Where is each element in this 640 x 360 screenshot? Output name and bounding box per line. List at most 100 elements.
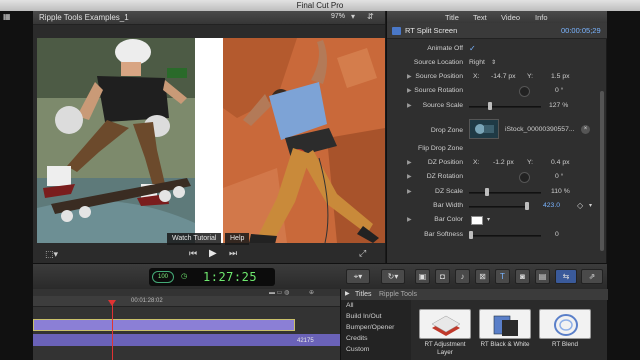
- watch-tutorial-button[interactable]: Watch Tutorial: [167, 233, 222, 245]
- skimming-icon[interactable]: ⊕: [309, 289, 314, 296]
- bar-width-label: Bar Width: [433, 202, 463, 209]
- previous-frame-icon[interactable]: ⏮: [189, 248, 197, 259]
- effect-label: RT Black & White: [480, 341, 530, 348]
- help-button[interactable]: Help: [225, 233, 250, 245]
- switch-icon[interactable]: ⇵: [367, 12, 374, 21]
- next-frame-icon[interactable]: ⏭: [229, 248, 237, 259]
- video-frame[interactable]: [37, 38, 385, 243]
- window-title-bar: Final Cut Pro: [0, 0, 640, 11]
- disclosure-arrow-icon[interactable]: ▶: [407, 102, 412, 109]
- inspector-scrollbar[interactable]: [600, 91, 604, 251]
- disclosure-arrow-icon[interactable]: ▶: [407, 159, 412, 166]
- effect-rt-black-white[interactable]: RT Black & White: [477, 309, 533, 349]
- bar-softness-value[interactable]: 0: [555, 231, 559, 238]
- drop-zone-thumbnail: [470, 120, 498, 138]
- timecode-mode[interactable]: 100: [152, 271, 174, 283]
- music-icon[interactable]: ♪: [455, 269, 470, 284]
- rotation-dial[interactable]: [519, 172, 530, 183]
- source-location-popup[interactable]: Right: [469, 59, 485, 66]
- slider-knob[interactable]: [485, 188, 489, 196]
- effect-rt-adjustment-layer[interactable]: RT Adjustment Layer: [417, 309, 473, 357]
- disclosure-arrow-icon[interactable]: ▶: [407, 73, 412, 80]
- dz-position-y-value[interactable]: 0.4 px: [551, 159, 570, 166]
- slider-knob[interactable]: [488, 102, 492, 110]
- source-rotation-value[interactable]: 0 °: [555, 87, 563, 94]
- bar-color-label: Bar Color: [434, 216, 463, 223]
- browser-titles-label[interactable]: Titles: [355, 289, 371, 300]
- view-options-icon[interactable]: ⬚▾: [45, 249, 58, 260]
- source-location-row: Source Location Right ⇕: [387, 57, 607, 71]
- disclosure-arrow-icon[interactable]: ▶: [345, 289, 350, 300]
- tab-info[interactable]: Info: [535, 13, 548, 22]
- tools-menu-icon[interactable]: ⌖▾: [346, 269, 370, 284]
- source-scale-row: ▶ Source Scale 127 %: [387, 100, 607, 114]
- share-icon[interactable]: ⇗: [581, 269, 603, 284]
- chevron-down-icon[interactable]: ▾: [589, 202, 592, 209]
- disclosure-arrow-icon[interactable]: ▶: [407, 188, 412, 195]
- dz-rotation-value[interactable]: 0 °: [555, 173, 563, 180]
- effect-rt-blend[interactable]: RT Blend: [537, 309, 593, 349]
- toolbar: 100 ◷ 1:27:25 ⌖▾ ↻▾ ▣ ◘ ♪ ⊠ T ◙ ▤ ⇆ ⇗: [33, 263, 607, 289]
- source-position-y-value[interactable]: 1.5 px: [551, 73, 570, 80]
- titles-icon[interactable]: T: [495, 269, 510, 284]
- category-build-in-out[interactable]: Build In/Out: [341, 311, 411, 322]
- zoom-menu[interactable]: 97%: [331, 13, 345, 20]
- play-icon[interactable]: ▶: [209, 248, 217, 259]
- disclosure-arrow-icon[interactable]: ▶: [407, 216, 412, 223]
- animate-off-checkbox[interactable]: ✓: [469, 44, 476, 53]
- category-credits[interactable]: Credits: [341, 333, 411, 344]
- transitions-icon[interactable]: ⊠: [475, 269, 490, 284]
- dashboard-timecode[interactable]: 100 ◷ 1:27:25: [149, 268, 275, 286]
- disclosure-arrow-icon[interactable]: ▶: [407, 87, 412, 94]
- dz-rotation-row: ▶ DZ Rotation 0 °: [387, 171, 607, 185]
- clear-icon[interactable]: ×: [581, 125, 590, 134]
- disclosure-arrow-icon[interactable]: ▶: [407, 173, 412, 180]
- timeline-controls-icon[interactable]: ▬ ▭ ◍: [269, 289, 289, 296]
- titles-browser: ▶ Titles Ripple Tools All Build In/Out B…: [340, 289, 608, 360]
- timeline-clip[interactable]: [33, 319, 295, 331]
- category-all[interactable]: All: [341, 300, 411, 311]
- tab-video[interactable]: Video: [501, 13, 520, 22]
- drop-zone-well[interactable]: [469, 119, 499, 139]
- rotation-dial[interactable]: [519, 86, 530, 97]
- tab-title[interactable]: Title: [445, 13, 459, 22]
- inspector-icon[interactable]: ⇆: [555, 269, 577, 284]
- playhead[interactable]: [112, 300, 113, 360]
- drop-zone-file: iStock_00000390557...: [505, 126, 575, 133]
- animate-off-row: Animate Off ✓: [387, 43, 607, 57]
- browser-ripple-label[interactable]: Ripple Tools: [379, 289, 417, 300]
- slider-knob[interactable]: [469, 231, 473, 239]
- chevron-down-icon[interactable]: ▾: [351, 12, 355, 21]
- dz-scale-label: DZ Scale: [435, 188, 463, 195]
- dz-position-x-value[interactable]: -1.2 px: [493, 159, 514, 166]
- tab-text[interactable]: Text: [473, 13, 487, 22]
- timeline-ruler[interactable]: 00:01:28:02: [33, 296, 340, 307]
- bar-softness-row: Bar Softness 0: [387, 229, 607, 243]
- timeline-clip[interactable]: 42175: [33, 334, 340, 346]
- category-custom[interactable]: Custom: [341, 344, 411, 355]
- bar-color-swatch[interactable]: [471, 216, 483, 225]
- camera-icon[interactable]: ◘: [435, 269, 450, 284]
- source-scale-slider[interactable]: [469, 106, 541, 108]
- generators-icon[interactable]: ◙: [515, 269, 530, 284]
- retime-menu-icon[interactable]: ↻▾: [381, 269, 405, 284]
- chevron-updown-icon[interactable]: ⇕: [491, 59, 496, 66]
- slider-knob[interactable]: [525, 202, 529, 210]
- adjustment-layer-icon: [431, 315, 461, 336]
- dz-scale-value[interactable]: 110 %: [551, 188, 570, 195]
- themes-icon[interactable]: ▤: [535, 269, 550, 284]
- chevron-down-icon[interactable]: ▾: [487, 216, 490, 223]
- bar-softness-slider[interactable]: [469, 235, 541, 237]
- bar-width-value[interactable]: 423.0: [543, 202, 560, 209]
- category-bumper-opener[interactable]: Bumper/Opener: [341, 322, 411, 333]
- bar-width-slider[interactable]: [469, 206, 529, 208]
- source-scale-value[interactable]: 127 %: [549, 102, 568, 109]
- fullscreen-icon[interactable]: ⤢: [359, 248, 366, 259]
- effect-thumbnail: [479, 309, 531, 339]
- photo-browser-icon[interactable]: ▣: [415, 269, 430, 284]
- keyframe-icon[interactable]: ◇: [577, 201, 583, 210]
- source-position-x-value[interactable]: -14.7 px: [491, 73, 516, 80]
- source-position-x-label: X:: [473, 73, 480, 80]
- dz-position-label: DZ Position: [427, 159, 463, 166]
- dz-scale-slider[interactable]: [469, 192, 541, 194]
